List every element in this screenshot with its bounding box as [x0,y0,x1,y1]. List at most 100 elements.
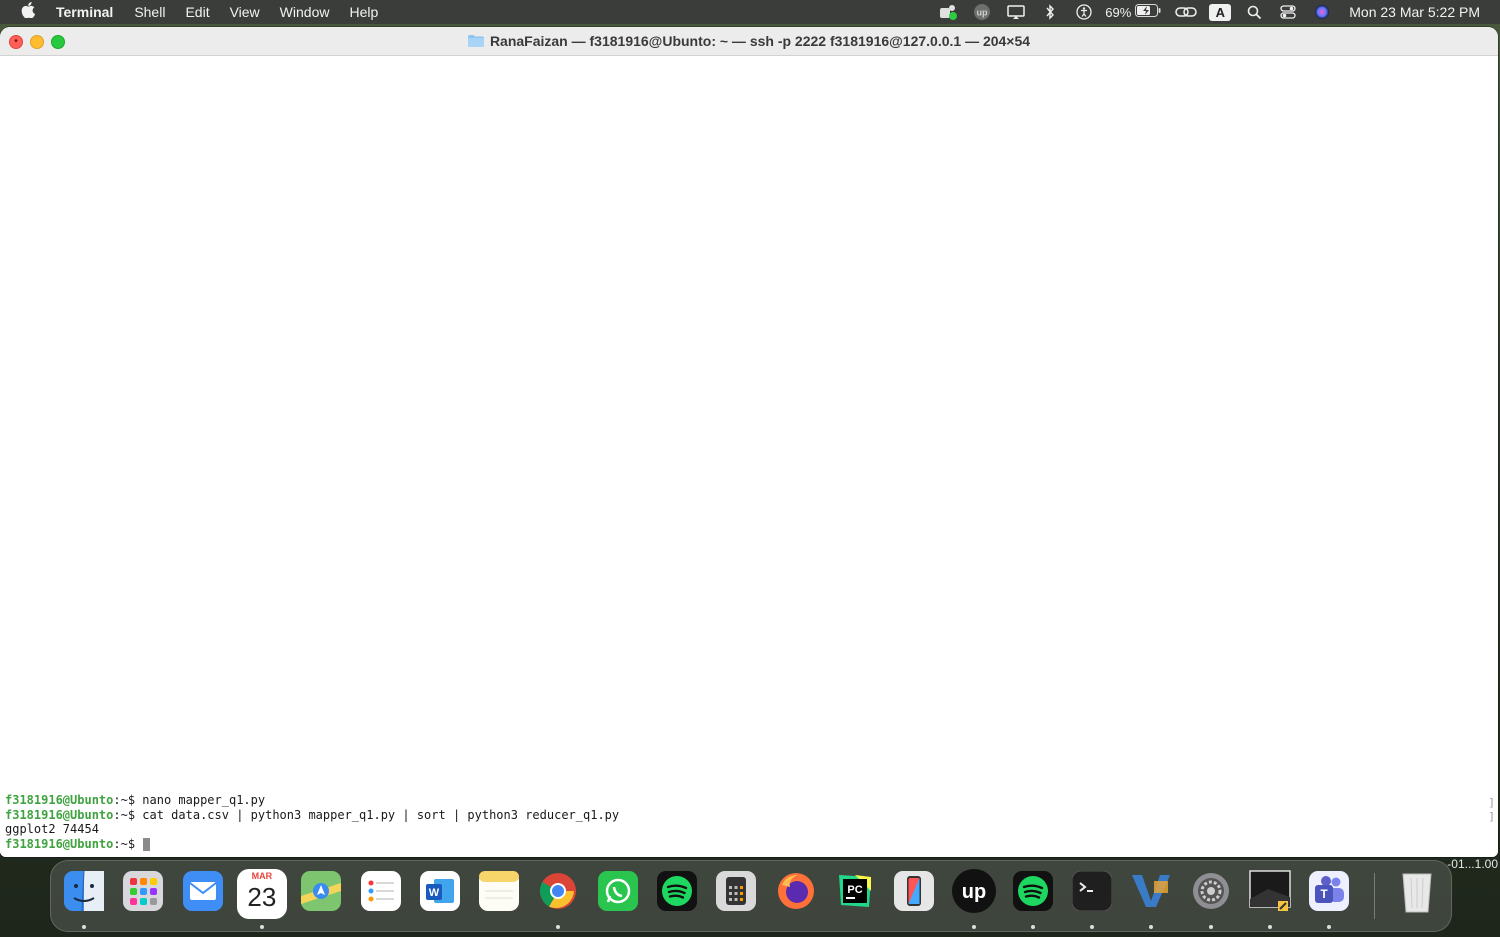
battery-status[interactable]: 69% [1101,0,1169,24]
dock-app-spotify[interactable] [1008,869,1058,919]
input-source-icon[interactable]: A [1203,0,1237,24]
teams-icon: T [1309,871,1350,917]
terminal-window: • RanaFaizan — f3181916@Ubunto: ~ — ssh … [0,27,1498,857]
dock-app-upwork[interactable]: up [949,869,999,919]
command-text [135,837,142,851]
menu-help[interactable]: Help [339,0,388,24]
dock-separator [1374,873,1375,919]
apple-icon[interactable] [0,1,56,23]
preview-icon [1248,869,1292,919]
siri-icon[interactable] [1305,0,1339,24]
dock-app-calendar[interactable]: MAR 23 [236,869,287,919]
running-indicator [1030,925,1035,929]
dock-app-iphone-mirroring[interactable] [889,869,939,919]
terminal-output: f3181916@Ubunto:~$ nano mapper_q1.py f31… [5,793,619,851]
dock-app-preview[interactable] [1245,869,1295,919]
accessibility-icon[interactable] [1067,0,1101,24]
battery-icon [1135,4,1161,20]
reminders-icon [360,871,401,917]
battery-percent: 69% [1105,4,1132,20]
dock-app-teams[interactable]: T [1304,869,1354,919]
dock-app-trash[interactable] [1392,869,1442,919]
terminal-icon [1071,870,1113,917]
calendar-day: 23 [247,882,277,912]
svg-text:up: up [961,881,985,903]
running-indicator [82,925,86,929]
upwork-icon: up [951,868,997,920]
dock-app-whatsapp[interactable] [593,869,643,919]
input-source-label: A [1209,3,1232,21]
prompt-path: :~$ [113,807,136,822]
prompt-user: f3181916@Ubunto [5,836,114,851]
window-title: RanaFaizan — f3181916@Ubunto: ~ — ssh -p… [0,27,1498,55]
bluetooth-icon[interactable] [1033,0,1067,24]
dock-app-mail[interactable] [178,869,228,919]
iphone-mirroring-icon [894,871,935,917]
dock-app-maps[interactable] [296,869,346,919]
running-indicator [971,925,976,929]
command-text: cat data.csv | python3 mapper_q1.py | so… [135,807,620,822]
menu-window[interactable]: Window [270,0,340,24]
running-indicator [1327,925,1332,929]
menu-edit[interactable]: Edit [175,0,219,24]
window-titlebar[interactable]: • RanaFaizan — f3181916@Ubunto: ~ — ssh … [0,27,1498,56]
running-indicator [259,925,264,929]
svg-text:W: W [429,887,440,899]
text-cursor [143,837,151,851]
dock-app-firefox[interactable] [771,869,821,919]
dock-app-system-settings[interactable] [1186,869,1236,919]
trash-icon [1397,868,1437,920]
dock-app-reminders[interactable] [356,869,406,919]
dock-app-vs-code[interactable] [1126,869,1176,919]
dock-app-notes[interactable] [474,869,524,919]
dock-app-finder[interactable] [59,869,109,919]
dock-app-launchpad[interactable] [118,869,168,919]
settings-icon [1191,871,1231,917]
running-indicator [1149,925,1154,929]
output-text: ggplot2 74454 [5,822,99,836]
running-indicator [1268,925,1272,929]
control-center-icon[interactable] [1271,0,1305,24]
running-indicator [1090,925,1095,929]
terminal-content[interactable]: ] ] f3181916@Ubunto:~$ nano mapper_q1.py… [0,56,1498,857]
menu-shell[interactable]: Shell [124,0,175,24]
terminal-line: f3181916@Ubunto:~$ nano mapper_q1.py [5,793,619,808]
dock-app-pycharm[interactable]: PC [830,869,880,919]
firefox-icon [776,871,816,917]
maps-icon [301,871,342,917]
search-icon[interactable] [1237,0,1271,24]
menu-app-terminal[interactable]: Terminal [56,0,124,24]
dock-app-chrome[interactable] [533,869,583,919]
scroll-marker: ] [1488,810,1495,823]
menu-bar: Terminal Shell Edit View Window Help up … [0,0,1500,24]
prompt-path: :~$ [113,836,136,851]
folder-icon [467,35,484,47]
dock-app-spotify[interactable] [652,869,702,919]
prompt-user: f3181916@Ubunto [5,793,114,807]
chrome-icon [538,871,578,917]
window-title-text: RanaFaizan — f3181916@Ubunto: ~ — ssh -p… [489,33,1031,49]
command-text: nano mapper_q1.py [135,793,266,807]
desktop-file-label: -01...1.00 [1447,857,1498,871]
running-indicator [556,925,561,929]
vscode-icon [1128,871,1174,917]
upwork-status-icon[interactable]: up [965,0,999,24]
spotify-icon [657,871,697,917]
whatsapp-icon [597,871,638,917]
running-indicator [1208,925,1213,929]
finder-icon [64,870,104,917]
dock: MAR 23 W PC up T [50,860,1452,932]
dock-app-word[interactable]: W [415,869,465,919]
teams-status-icon[interactable] [931,0,965,24]
menu-view[interactable]: View [220,0,270,24]
prompt-user: f3181916@Ubunto [5,807,114,822]
display-icon[interactable] [999,0,1033,24]
menubar-clock[interactable]: Mon 23 Mar 5:22 PM [1339,4,1500,20]
calendar-month: MAR [251,871,273,881]
dock-app-calculator[interactable] [711,869,761,919]
pycharm-icon: PC [835,871,875,917]
dock-app-terminal[interactable] [1067,869,1117,919]
scroll-marker: ] [1488,796,1495,809]
link-icon[interactable] [1169,0,1203,24]
svg-text:PC: PC [847,884,862,896]
